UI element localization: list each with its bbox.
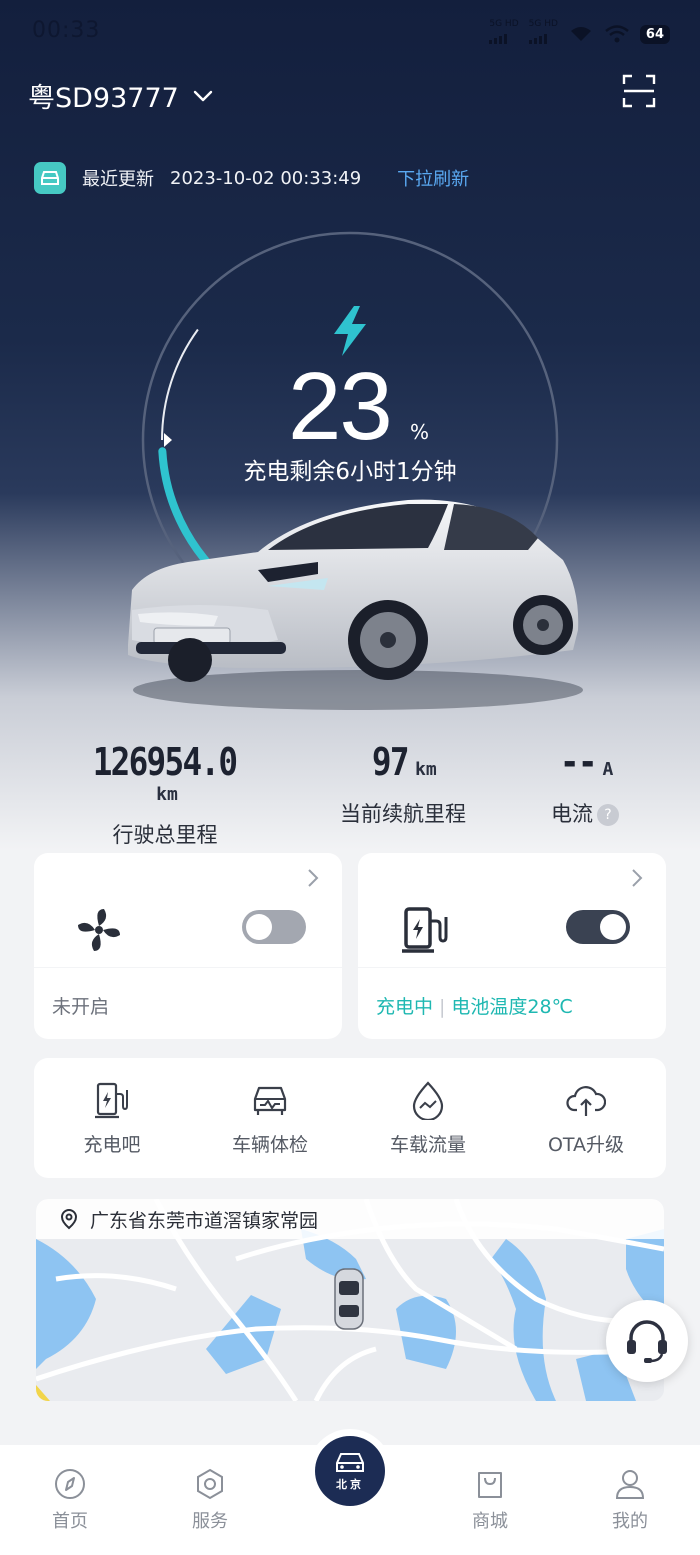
update-label: 最近更新 [82, 169, 154, 190]
current-unit: A [602, 759, 614, 780]
vehicle-location-map[interactable]: 广东省东莞市道滘镇家常园 [36, 1199, 664, 1401]
chevron-right-icon [632, 869, 643, 887]
scan-icon[interactable] [622, 74, 656, 108]
status-time: 00:33 [32, 18, 101, 43]
percent-sign: % [410, 420, 430, 444]
update-time: 2023-10-02 00:33:49 [170, 167, 362, 189]
charging-toggle[interactable] [566, 910, 630, 944]
charging-status-row: 充电中 | 电池温度28℃ [376, 996, 573, 1018]
bottom-tab-bar: 首页 服务 北京 商城 我的 [0, 1429, 700, 1555]
total-mileage-value: 126954.0 [93, 740, 238, 784]
climate-card[interactable]: 未开启 [34, 853, 342, 1039]
charger-icon [95, 1082, 128, 1119]
tab-vehicle[interactable]: 北京 [308, 1429, 392, 1513]
hexagon-icon [197, 1468, 223, 1500]
tab-profile[interactable]: 我的 [590, 1467, 670, 1533]
total-mileage-label: 行驶总里程 [112, 823, 218, 847]
data-drop-icon [412, 1081, 444, 1122]
tab-home[interactable]: 首页 [30, 1467, 110, 1533]
charging-station-icon [402, 907, 448, 953]
update-row: 最近更新 2023-10-02 00:33:49 下拉刷新 [34, 162, 469, 194]
total-mileage: 126954.0km 行驶总里程 [70, 740, 260, 849]
remaining-range-unit: km [415, 759, 437, 780]
climate-toggle[interactable] [242, 910, 306, 944]
wifi2-icon [605, 25, 629, 43]
tab-services[interactable]: 服务 [170, 1467, 250, 1533]
battery-indicator: 64 [639, 24, 670, 44]
plate-number: 粤SD93777 [28, 83, 179, 114]
service-data-usage[interactable]: 车载流量 [358, 1080, 498, 1157]
charge-remaining-time: 充电剩余6小时1分钟 [243, 459, 457, 485]
battery-temperature: 电池温度28℃ [451, 996, 573, 1018]
remaining-range-value: 97 [372, 740, 410, 784]
current-label: 电流? [530, 798, 640, 828]
service-vehicle-check[interactable]: 车辆体检 [200, 1080, 340, 1157]
status-bar: 00:33 5G HD 5G HD 64 [0, 0, 700, 64]
charging-status: 充电中 [376, 996, 434, 1018]
location-address-bar: 广东省东莞市道滘镇家常园 [36, 1199, 664, 1239]
service-charging[interactable]: 充电吧 [42, 1080, 182, 1157]
brand-car-icon [336, 1452, 364, 1472]
wifi-icon [570, 27, 591, 41]
location-pin-icon [60, 1208, 78, 1230]
shopping-bag-icon [478, 1472, 502, 1498]
lightning-icon [334, 306, 366, 356]
chevron-right-icon [308, 869, 319, 887]
status-icons: 5G HD 5G HD 64 [489, 20, 670, 48]
vehicle-selector[interactable]: 粤SD93777 [28, 76, 215, 115]
battery-percent: 23 [288, 353, 393, 460]
climate-status: 未开启 [52, 996, 110, 1018]
car-badge-icon [34, 162, 66, 194]
service-ota-upgrade[interactable]: OTA升级 [516, 1080, 656, 1157]
charging-card[interactable]: 充电中 | 电池温度28℃ [358, 853, 666, 1039]
sim2-signal-icon: 5G HD [528, 20, 558, 48]
total-mileage-unit: km [156, 784, 178, 805]
help-icon[interactable]: ? [597, 804, 619, 826]
location-address: 广东省东莞市道滘镇家常园 [90, 1209, 319, 1232]
services-panel: 充电吧 车辆体检 车载流量 OTA升级 [34, 1058, 666, 1178]
sim1-signal-icon: 5G HD [489, 20, 519, 48]
brand-label: 北京 [336, 1477, 364, 1491]
remaining-range: 97 km 当前续航里程 [318, 740, 488, 828]
customer-service-button[interactable] [606, 1300, 688, 1382]
compass-icon [55, 1469, 85, 1499]
vehicle-image [128, 499, 583, 710]
tab-mall[interactable]: 商城 [450, 1467, 530, 1533]
cloud-upload-icon [566, 1086, 607, 1116]
current: -- A 电流? [530, 740, 640, 828]
fan-icon [78, 909, 120, 951]
remaining-range-label: 当前续航里程 [340, 802, 466, 826]
current-value: -- [559, 740, 598, 784]
user-icon [615, 1470, 645, 1499]
chevron-down-icon [193, 90, 213, 101]
car-check-icon [253, 1086, 287, 1115]
headset-icon [627, 1320, 667, 1363]
car-marker-icon [334, 1268, 364, 1330]
vehicle-stats: 126954.0km 行驶总里程 97 km 当前续航里程 -- A 电流? [0, 740, 700, 847]
pull-to-refresh-link[interactable]: 下拉刷新 [397, 165, 469, 191]
